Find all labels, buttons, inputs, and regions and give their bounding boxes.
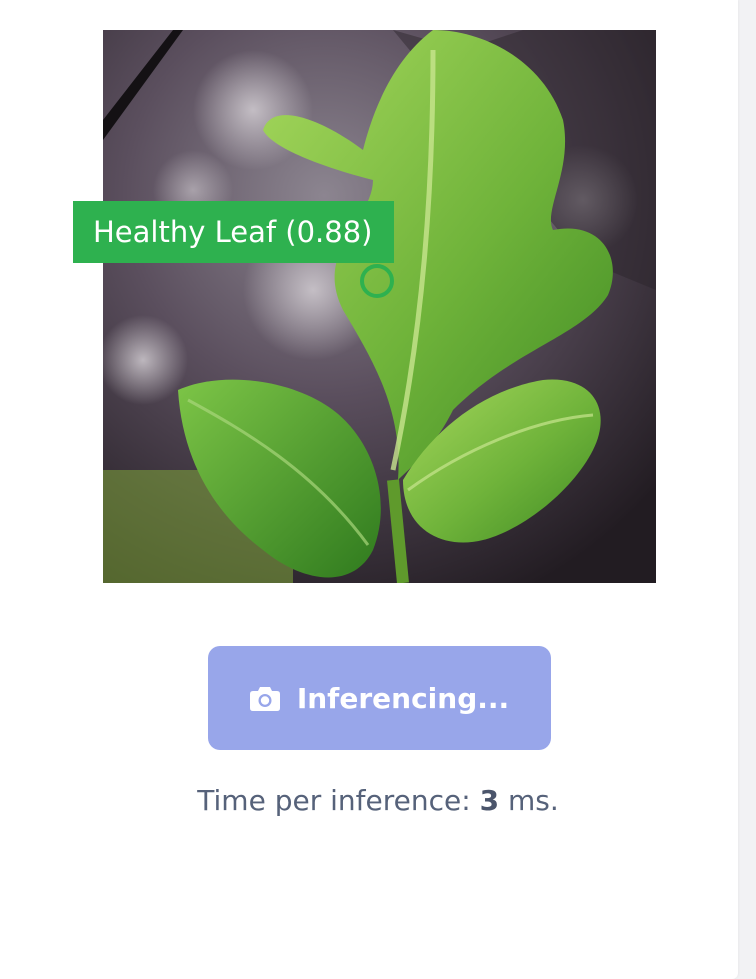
inference-time-unit: ms. xyxy=(507,784,559,817)
leaf-photo xyxy=(103,30,656,583)
inference-time-text: Time per inference: 3 ms. xyxy=(0,784,756,817)
leaf-image xyxy=(103,30,656,583)
result-card: Healthy Leaf (0.88) Inferencing... Time … xyxy=(0,0,738,979)
detection-marker xyxy=(360,264,394,298)
inference-button[interactable]: Inferencing... xyxy=(208,646,551,750)
detection-label: Healthy Leaf (0.88) xyxy=(73,201,394,263)
inference-button-label: Inferencing... xyxy=(296,681,510,715)
camera-icon xyxy=(249,687,280,711)
inference-time-value: 3 xyxy=(479,784,500,817)
inference-time-prefix: Time per inference: xyxy=(197,784,471,817)
